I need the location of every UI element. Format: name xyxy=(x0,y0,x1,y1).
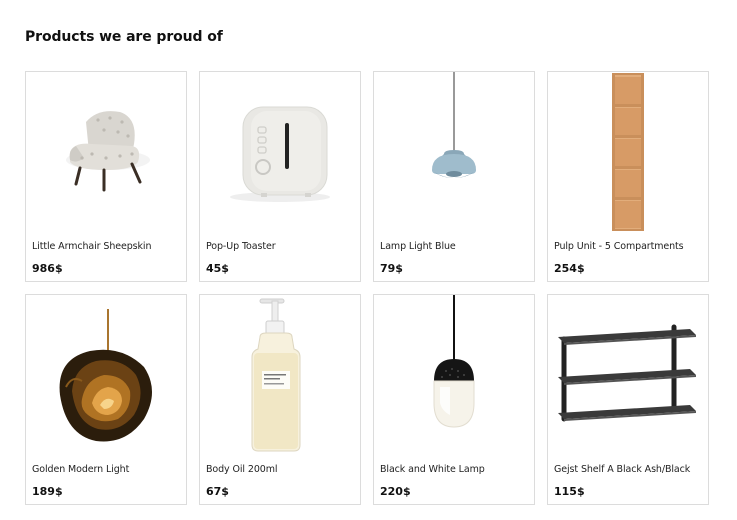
product-card[interactable]: Body Oil 200ml 67$ xyxy=(199,294,361,505)
product-price: 189$ xyxy=(32,485,63,498)
product-card[interactable]: Black and White Lamp 220$ xyxy=(373,294,535,505)
product-price: 986$ xyxy=(32,262,63,275)
product-card[interactable]: Pop-Up Toaster 45$ xyxy=(199,71,361,282)
product-card[interactable]: Little Armchair Sheepskin 986$ xyxy=(25,71,187,282)
product-name: Pulp Unit - 5 Compartments xyxy=(554,241,684,252)
product-image xyxy=(374,72,534,232)
product-card[interactable]: Golden Modern Light 189$ xyxy=(25,294,187,505)
product-image xyxy=(26,72,186,232)
product-image xyxy=(548,295,708,455)
golden-lamp-icon xyxy=(59,309,152,442)
product-card[interactable]: Lamp Light Blue 79$ xyxy=(373,71,535,282)
pendant-lamp-blue-icon xyxy=(432,72,476,178)
product-image xyxy=(548,72,708,232)
product-name: Body Oil 200ml xyxy=(206,464,278,475)
product-name: Black and White Lamp xyxy=(380,464,485,475)
product-price: 115$ xyxy=(554,485,585,498)
product-name: Lamp Light Blue xyxy=(380,241,456,252)
section-title: Products we are proud of xyxy=(25,29,223,45)
product-price: 79$ xyxy=(380,262,403,275)
black-white-lamp-icon xyxy=(433,295,475,428)
wall-shelf-icon xyxy=(558,324,696,422)
toaster-icon xyxy=(230,106,330,202)
product-name: Little Armchair Sheepskin xyxy=(32,241,152,252)
product-image xyxy=(374,295,534,455)
product-image xyxy=(200,295,360,455)
product-image xyxy=(200,72,360,232)
product-card[interactable]: Gejst Shelf A Black Ash/Black 115$ xyxy=(547,294,709,505)
product-price: 220$ xyxy=(380,485,411,498)
product-price: 67$ xyxy=(206,485,229,498)
product-name: Gejst Shelf A Black Ash/Black xyxy=(554,464,691,475)
product-name: Golden Modern Light xyxy=(32,464,130,475)
product-card[interactable]: Pulp Unit - 5 Compartments 254$ xyxy=(547,71,709,282)
product-price: 45$ xyxy=(206,262,229,275)
shelf-unit-icon xyxy=(612,73,644,231)
product-name: Pop-Up Toaster xyxy=(206,241,276,252)
oil-bottle-icon xyxy=(251,298,301,452)
armchair-icon xyxy=(66,111,150,192)
product-image xyxy=(26,295,186,455)
product-price: 254$ xyxy=(554,262,585,275)
product-grid: Little Armchair Sheepskin 986$ Pop-Up To… xyxy=(25,71,709,505)
